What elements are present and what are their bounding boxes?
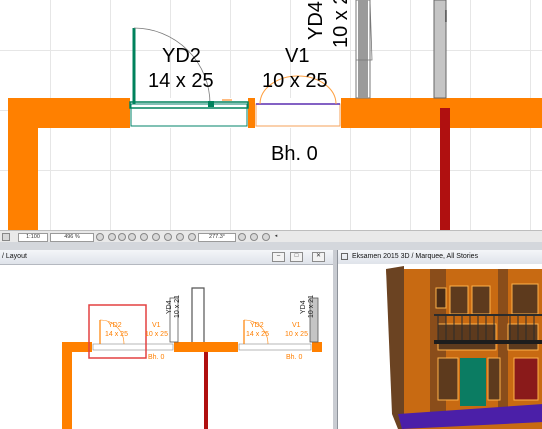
minimize-button[interactable]: – xyxy=(272,252,285,262)
angle-field[interactable]: 277.3° xyxy=(198,233,236,242)
yd4-tag-size: 10 x 2 xyxy=(330,0,352,48)
3d-title: Eksamen 2015 3D / Marquee, All Stories xyxy=(352,253,479,260)
next-zoom-icon[interactable] xyxy=(164,233,172,241)
layout-wall-stub xyxy=(191,287,205,342)
yd4-tag-name: YD4 xyxy=(305,1,327,40)
zoom-field[interactable]: 496 % xyxy=(50,233,94,242)
column-red xyxy=(440,108,450,230)
window-3d-1 xyxy=(435,287,447,309)
3d-window[interactable]: Eksamen 2015 3D / Marquee, All Stories xyxy=(337,250,542,429)
3d-model-view xyxy=(338,264,542,429)
rotate-icon[interactable] xyxy=(238,233,246,241)
layout-opening-1 xyxy=(92,342,174,352)
layout-yd4b-name: YD4 xyxy=(300,300,307,314)
column-top xyxy=(433,0,447,99)
door-tag-name: YD2 xyxy=(162,45,201,67)
green-door xyxy=(460,358,486,406)
layout-v1-name: V1 xyxy=(152,322,161,329)
3d-title-bar[interactable]: Eksamen 2015 3D / Marquee, All Stories xyxy=(338,250,542,265)
window-tag-name: V1 xyxy=(285,45,310,67)
3d-window-icon xyxy=(341,253,348,260)
layout-title-bar[interactable]: / Layout – □ ✕ xyxy=(0,250,333,265)
window-3d-5 xyxy=(437,323,497,351)
previous-zoom-icon[interactable] xyxy=(152,233,160,241)
layout-yd4b-size: 10 x 21 xyxy=(308,295,315,318)
layout-yd4a-name: YD4 xyxy=(166,300,173,314)
sill-height-tag: Bh. 0 xyxy=(271,143,318,165)
layout-yd4a-size: 10 x 21 xyxy=(174,295,181,318)
layout-yd2-size: 14 x 25 xyxy=(105,331,128,338)
layout-window[interactable]: / Layout – □ ✕ YD2 14 x 25 V1 10 x 25 Bh… xyxy=(0,250,334,429)
grid-icon[interactable] xyxy=(2,233,10,241)
rotation-menu-icon[interactable] xyxy=(262,233,270,241)
layout-wall xyxy=(62,342,322,429)
window-tag-size: 10 x 25 xyxy=(262,70,328,92)
layout-v1-size: 10 x 25 xyxy=(145,331,168,338)
pan-icon[interactable] xyxy=(128,233,136,241)
window-3d-2 xyxy=(449,285,469,315)
window-3d-3 xyxy=(471,285,491,315)
layout-column-red xyxy=(204,352,208,429)
door-hinge xyxy=(208,101,214,107)
layout-title: / Layout xyxy=(2,253,27,260)
ground-window-2 xyxy=(487,357,501,401)
window-opening xyxy=(255,98,341,128)
door-tag-size: 14 x 25 xyxy=(148,70,214,92)
plan-drawing xyxy=(8,0,542,230)
layout-v1b-name: V1 xyxy=(292,322,301,329)
ground-window-1 xyxy=(437,357,459,401)
zoom-to-selection-icon[interactable] xyxy=(176,233,184,241)
ground-window-3 xyxy=(513,357,539,401)
window-3d-4 xyxy=(511,283,539,315)
layout-yd2-name: YD2 xyxy=(108,322,122,329)
window-separator xyxy=(0,242,542,250)
layout-v1b-size: 10 x 25 xyxy=(285,331,308,338)
close-button[interactable]: ✕ xyxy=(312,252,325,262)
scroll-left-icon[interactable]: ◂ xyxy=(272,233,280,241)
fit-window-icon[interactable] xyxy=(140,233,148,241)
reset-rotate-icon[interactable] xyxy=(250,233,258,241)
layout-opening-2 xyxy=(238,342,312,352)
zoom-out-icon[interactable] xyxy=(118,233,126,241)
orientation-icon[interactable] xyxy=(188,233,196,241)
layout-bh-2: Bh. 0 xyxy=(286,354,303,361)
layout-yd2b-name: YD2 xyxy=(250,322,264,329)
layout-bh-1: Bh. 0 xyxy=(148,354,165,361)
balcony-slab xyxy=(434,340,542,344)
zoom-menu-icon[interactable] xyxy=(96,233,104,241)
wall-stub-fill xyxy=(358,0,368,98)
floor-plan-canvas[interactable]: YD2 14 x 25 V1 10 x 25 Bh. 0 YD4 10 x 2 xyxy=(0,0,542,230)
layout-yd2b-size: 14 x 25 xyxy=(246,331,269,338)
scale-field[interactable]: 1:100 xyxy=(18,233,48,242)
restore-button[interactable]: □ xyxy=(290,252,303,262)
zoom-in-icon[interactable] xyxy=(108,233,116,241)
layout-drawing xyxy=(62,287,322,429)
